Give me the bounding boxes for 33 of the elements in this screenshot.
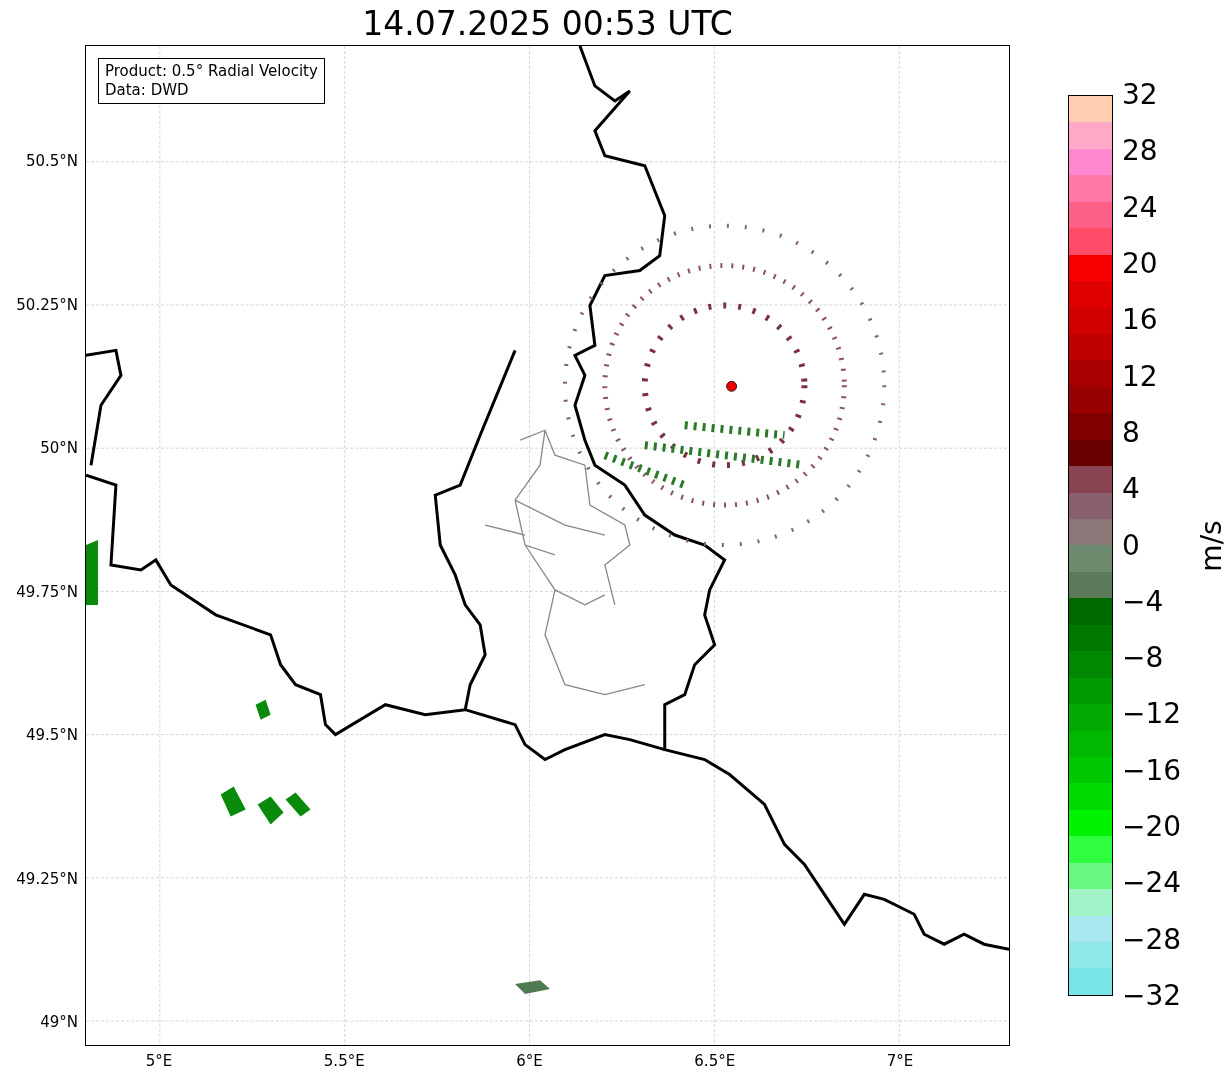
axis-tick-label: 7°E <box>886 1052 914 1070</box>
axis-tick-label: 6.5°E <box>694 1052 736 1070</box>
legend-text: Data: DWD <box>105 81 190 100</box>
colorbar-tick-label: 16 <box>1122 304 1158 337</box>
colorbar-tick-label: −20 <box>1122 811 1182 844</box>
colorbar-tick-label: 32 <box>1122 79 1158 111</box>
colorbar-tick-label: 20 <box>1122 247 1158 280</box>
axis-tick-label: 50°N <box>40 439 78 457</box>
colorbar-tick-label: 8 <box>1122 416 1140 449</box>
colorbar-tick-label: −24 <box>1122 867 1182 900</box>
axis-tick-label: 49.5°N <box>25 726 78 744</box>
axis-tick-label: 5°E <box>145 1052 173 1070</box>
colorbar-label: m/s <box>1195 520 1225 572</box>
axis-tick-label: 50.25°N <box>16 295 78 314</box>
axis-tick-label: 5.5°E <box>323 1052 365 1070</box>
colorbar-tick-label: −12 <box>1122 698 1182 731</box>
colorbar-tick-label: 4 <box>1122 473 1140 506</box>
axis-tick-label: 49.25°N <box>16 869 78 888</box>
colorbar-tick-label: −16 <box>1122 754 1182 787</box>
colorbar-tick-label: −32 <box>1122 980 1182 1012</box>
axis-tick-label: 49.75°N <box>16 582 78 601</box>
colorbar-tick-label: 0 <box>1122 529 1140 562</box>
colorbar-tick-label: 24 <box>1122 191 1158 224</box>
axis-tick-label: 49°N <box>40 1013 78 1031</box>
colorbar-tick-label: −8 <box>1122 642 1164 675</box>
axis-tick-label: 6°E <box>516 1052 543 1070</box>
legend-text: Product: 0.5° Radial Velocity <box>105 62 318 81</box>
colorbar-tick-label: −4 <box>1122 585 1164 618</box>
chart-title: 14.07.2025 00:53 UTC <box>361 3 734 45</box>
colorbar-tick-label: −28 <box>1122 923 1182 956</box>
colorbar-tick-label: 12 <box>1122 360 1158 393</box>
axis-tick-label: 50.5°N <box>25 152 78 170</box>
colorbar-tick-label: 28 <box>1122 135 1158 168</box>
